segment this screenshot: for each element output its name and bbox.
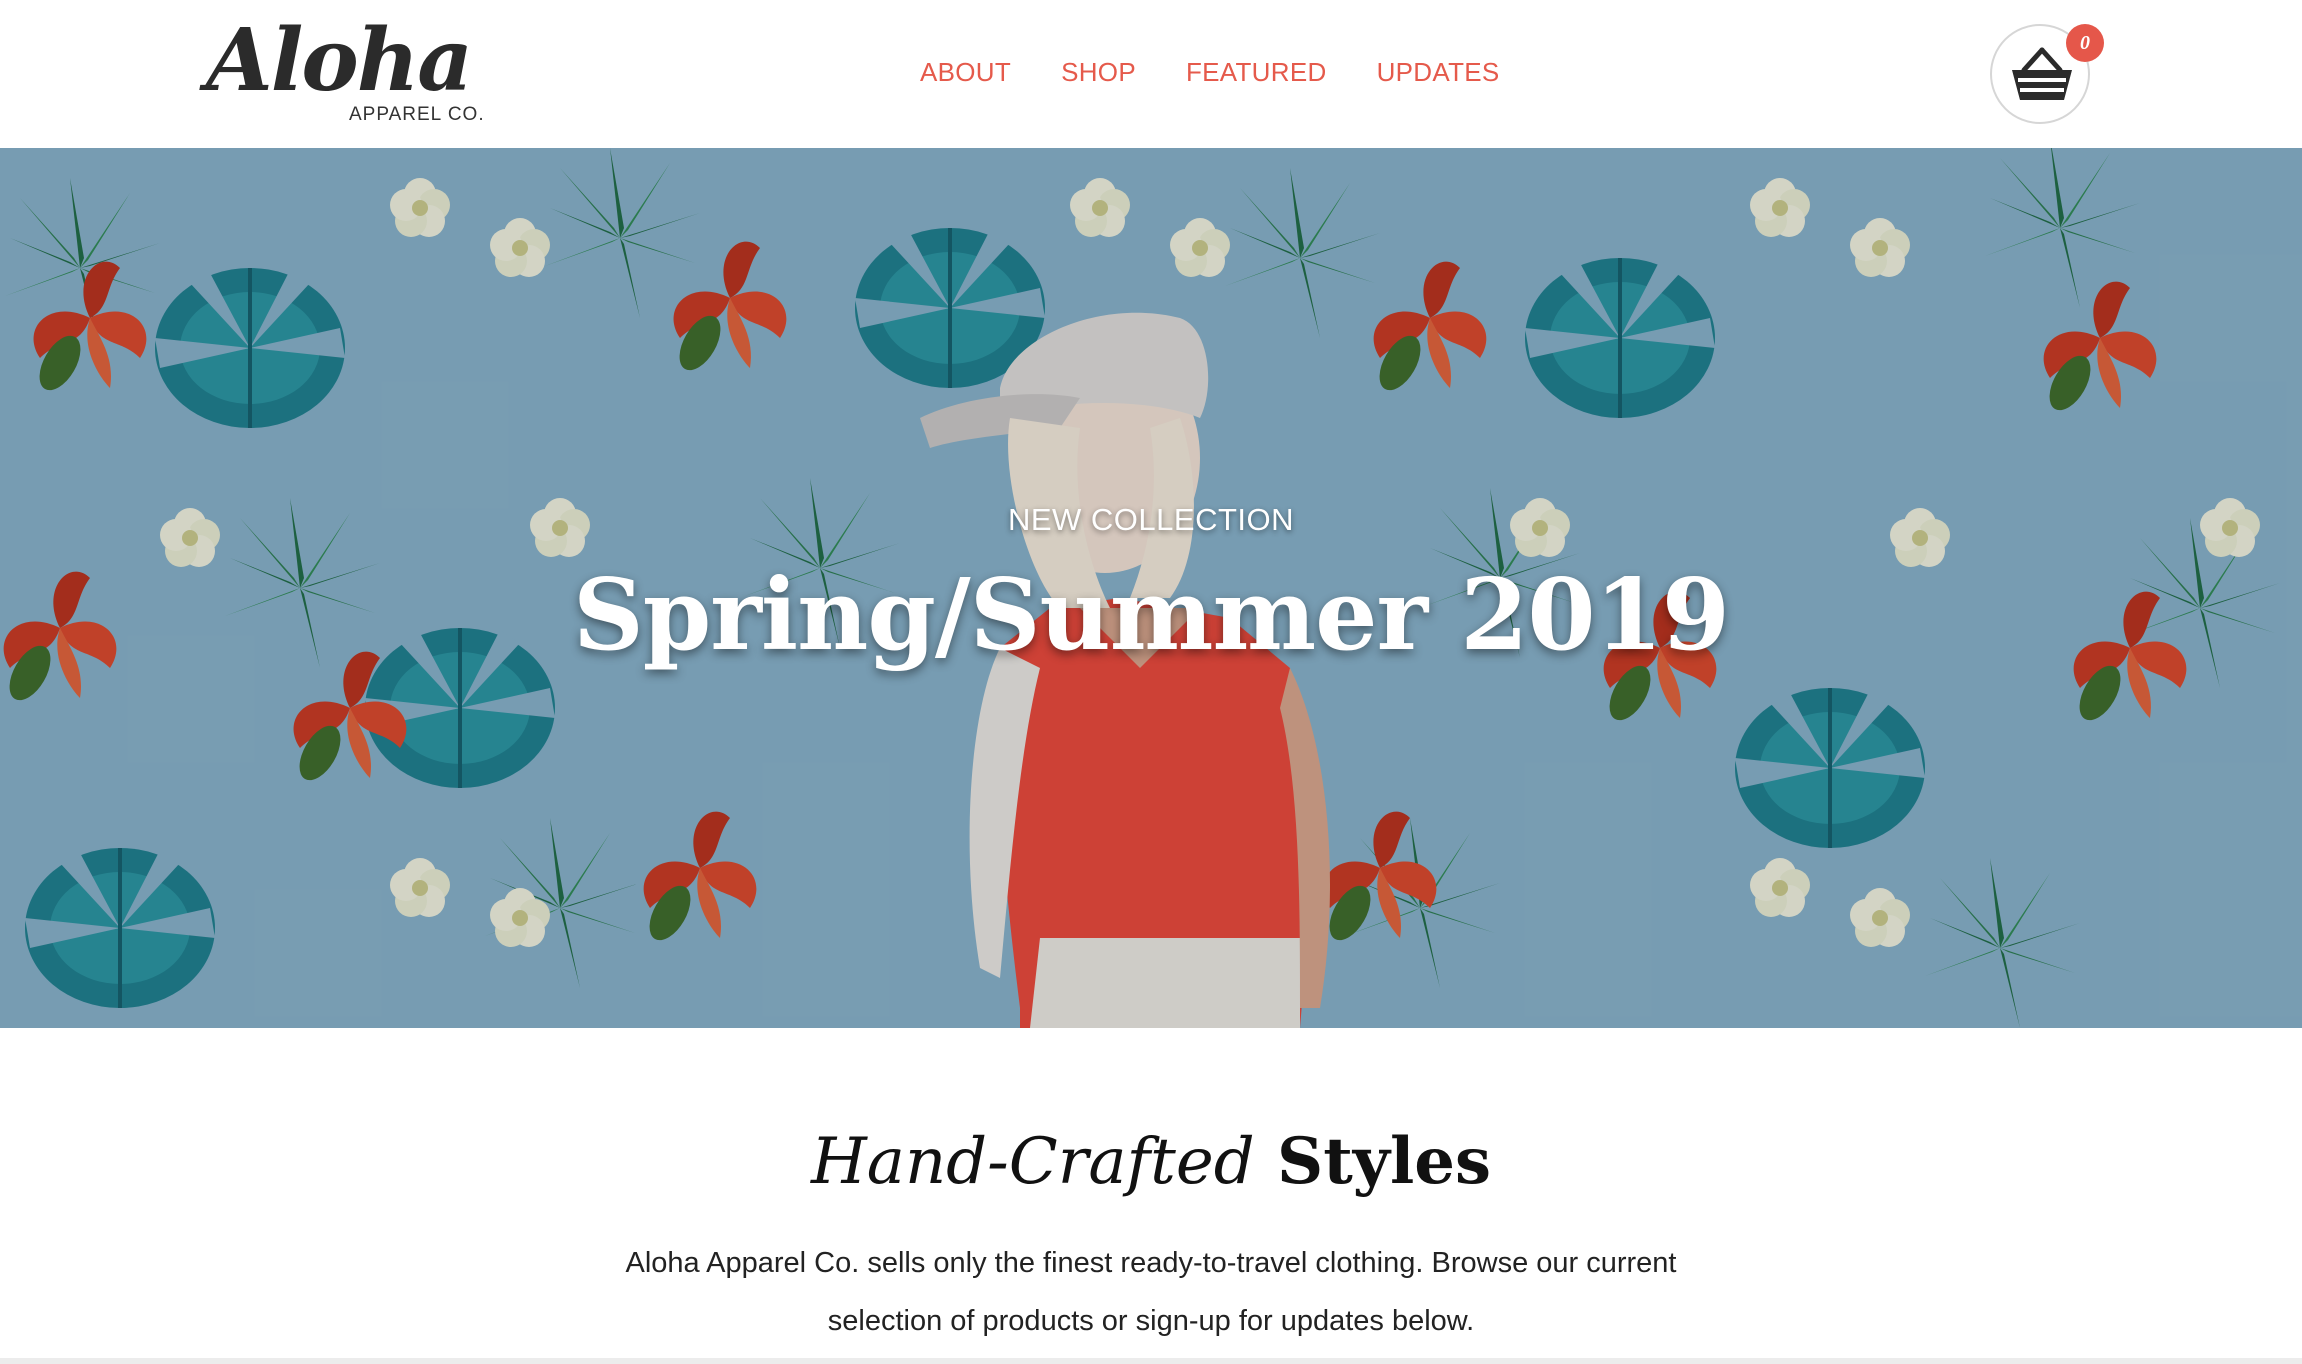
section-divider: [0, 1358, 2302, 1364]
cart-count-badge: 0: [2066, 24, 2104, 62]
site-header: Aloha APPAREL CO. ABOUT SHOP FEATURED UP…: [0, 0, 2302, 148]
main-nav: ABOUT SHOP FEATURED UPDATES: [920, 52, 1500, 92]
hero-eyebrow: NEW COLLECTION: [1007, 502, 1295, 537]
intro-heading: Hand-Crafted Styles: [0, 1124, 2302, 1199]
intro-heading-bold: Styles: [1277, 1124, 1492, 1199]
intro-section: Hand-Crafted Styles Aloha Apparel Co. se…: [0, 1028, 2302, 1364]
nav-link-updates[interactable]: UPDATES: [1377, 52, 1500, 92]
basket-icon: [2012, 47, 2072, 100]
logo-subtitle: APPAREL CO.: [349, 104, 485, 125]
hero-title: Spring/Summer 2019: [573, 558, 1730, 673]
intro-description: Aloha Apparel Co. sells only the finest …: [625, 1247, 1677, 1337]
hero-banner: NEW COLLECTION Spring/Summer 2019: [0, 148, 2302, 1028]
nav-link-shop[interactable]: SHOP: [1061, 52, 1136, 92]
intro-heading-italic: Hand-Crafted: [810, 1125, 1255, 1199]
logo-wordmark: Aloha: [206, 10, 473, 111]
nav-link-featured[interactable]: FEATURED: [1186, 52, 1327, 92]
nav-link-about[interactable]: ABOUT: [920, 52, 1011, 92]
logo-link[interactable]: Aloha APPAREL CO.: [206, 18, 486, 128]
